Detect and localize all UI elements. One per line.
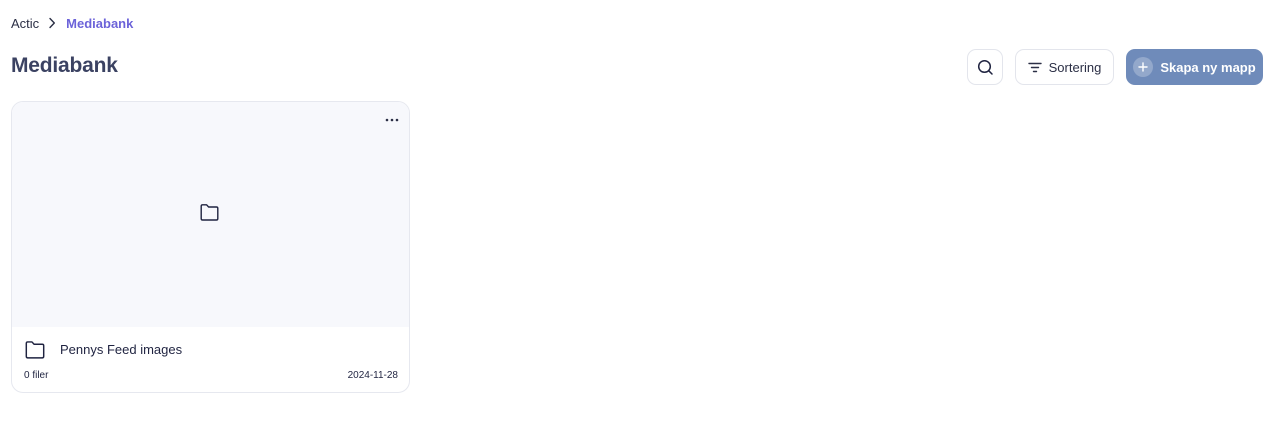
filter-lines-icon [1027,62,1042,73]
folder-icon [199,203,220,222]
search-button[interactable] [967,49,1003,85]
sort-button-label: Sortering [1048,59,1102,75]
folder-preview[interactable] [12,102,409,327]
breadcrumb-root-link[interactable]: Actic [11,16,39,31]
breadcrumb-current: Mediabank [66,15,134,31]
breadcrumb: Actic Mediabank [11,14,133,32]
mediabank-page: Actic Mediabank Mediabank Sortering Skap… [0,0,1287,424]
search-icon [977,59,994,76]
more-horizontal-icon[interactable] [383,112,401,128]
folder-name: Pennys Feed images [60,342,183,357]
create-folder-button[interactable]: Skapa ny mapp [1126,49,1263,85]
folder-date: 2024-11-28 [347,370,398,381]
chevron-right-icon [48,17,56,29]
page-title: Mediabank [11,54,118,77]
sort-button[interactable]: Sortering [1015,49,1114,85]
folder-card-footer: Pennys Feed images 0 filer 2024-11-28 [12,327,409,392]
plus-circle-icon [1133,57,1154,77]
file-count: 0 filer [24,370,49,381]
folder-card[interactable]: Pennys Feed images 0 filer 2024-11-28 [11,101,410,393]
toolbar: Sortering Skapa ny mapp [967,49,1263,85]
create-folder-label: Skapa ny mapp [1160,59,1256,75]
folder-icon [24,340,46,360]
